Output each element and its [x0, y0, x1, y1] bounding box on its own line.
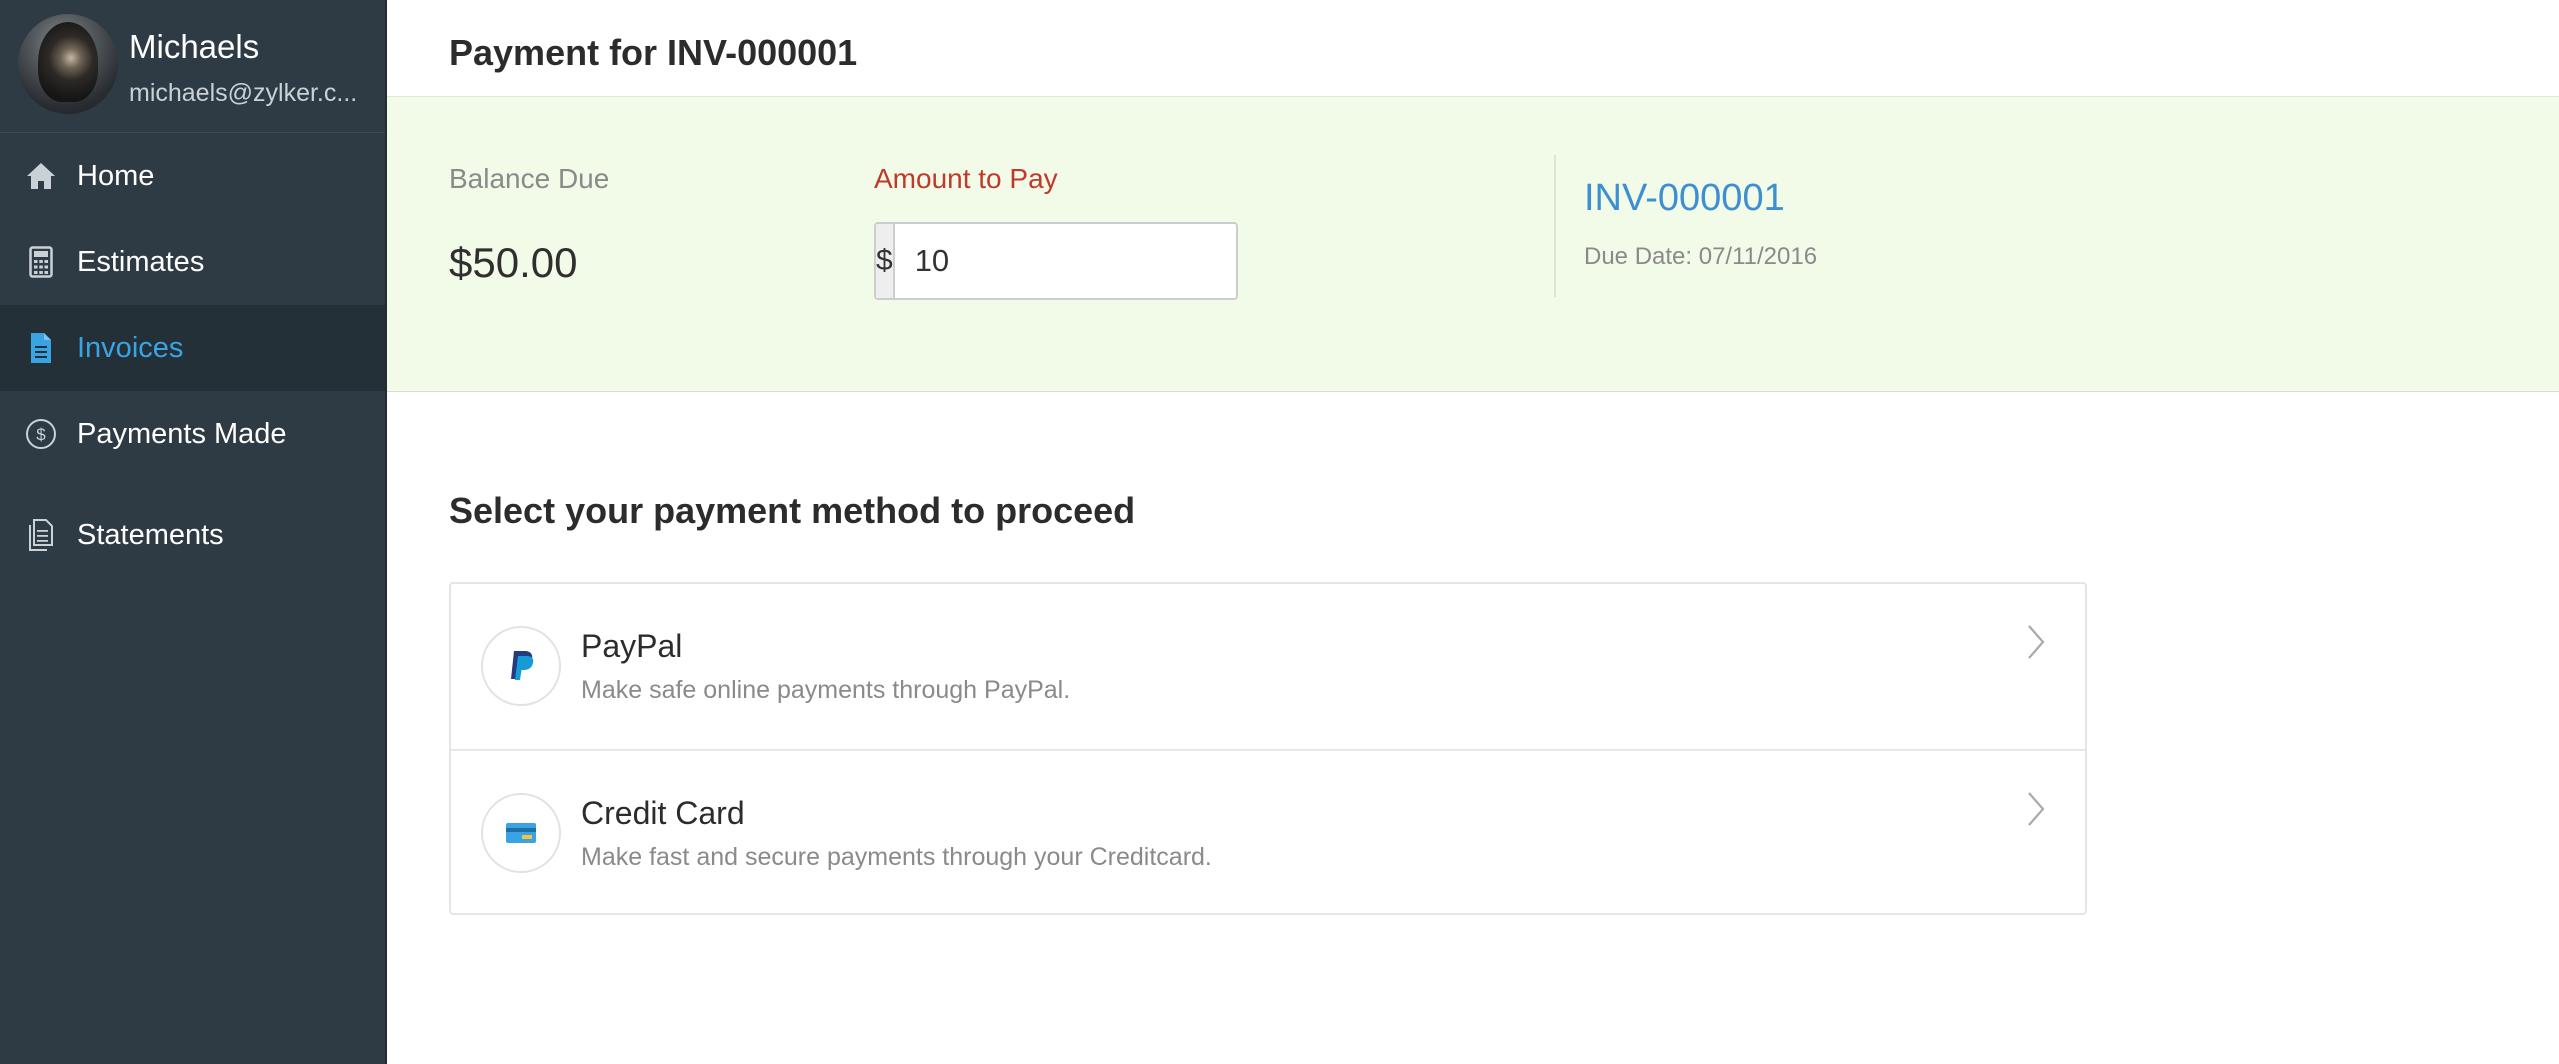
- sidebar-item-label: Invoices: [77, 331, 184, 364]
- amount-input-group: $: [874, 222, 1238, 300]
- sidebar-item-payments-made[interactable]: $ Payments Made: [0, 391, 385, 477]
- calculator-icon: [24, 245, 58, 279]
- sidebar-item-label: Estimates: [77, 245, 205, 278]
- main-content: Payment for INV-000001 Balance Due $50.0…: [387, 0, 2559, 1064]
- sidebar: Michaels michaels@zylker.c... Home Estim…: [0, 0, 387, 1064]
- document-icon: [24, 331, 58, 365]
- dollar-circle-icon: $: [24, 417, 58, 451]
- divider: [1554, 155, 1556, 297]
- sidebar-item-label: Payments Made: [77, 417, 287, 450]
- sidebar-item-home[interactable]: Home: [0, 133, 385, 219]
- paypal-icon: [481, 626, 561, 706]
- currency-symbol: $: [876, 224, 895, 298]
- payment-method-heading: Select your payment method to proceed: [449, 490, 1136, 531]
- profile-header[interactable]: Michaels michaels@zylker.c...: [0, 0, 385, 133]
- amount-to-pay-label: Amount to Pay: [874, 163, 1058, 194]
- statements-icon: [24, 518, 58, 552]
- payment-method-description: Make fast and secure payments through yo…: [581, 843, 1212, 871]
- invoice-number-link[interactable]: INV-000001: [1584, 177, 1785, 220]
- payment-method-title: PayPal: [581, 628, 683, 664]
- amount-to-pay-input[interactable]: [894, 224, 1236, 298]
- home-icon: [24, 159, 58, 193]
- chevron-right-icon: [2028, 792, 2045, 826]
- balance-due-value: $50.00: [449, 239, 578, 286]
- payment-summary: Balance Due $50.00 Amount to Pay $ INV-0…: [387, 96, 2559, 392]
- sidebar-item-label: Statements: [77, 518, 224, 551]
- sidebar-item-estimates[interactable]: Estimates: [0, 219, 385, 305]
- avatar[interactable]: [18, 14, 118, 114]
- payment-method-description: Make safe online payments through PayPal…: [581, 676, 1071, 704]
- balance-due-label: Balance Due: [449, 163, 610, 194]
- profile-email: michaels@zylker.c...: [129, 79, 358, 107]
- payment-method-credit-card[interactable]: Credit Card Make fast and secure payment…: [451, 749, 2085, 914]
- sidebar-item-label: Home: [77, 159, 155, 192]
- avatar-image: [38, 22, 98, 102]
- credit-card-icon: [481, 793, 561, 873]
- sidebar-item-statements[interactable]: Statements: [0, 492, 385, 578]
- due-date: Due Date: 07/11/2016: [1584, 243, 1818, 270]
- payment-method-title: Credit Card: [581, 795, 745, 831]
- chevron-right-icon: [2028, 625, 2045, 659]
- payment-method-paypal[interactable]: PayPal Make safe online payments through…: [451, 584, 2085, 749]
- sidebar-item-invoices[interactable]: Invoices: [0, 305, 385, 391]
- payment-methods-list: PayPal Make safe online payments through…: [449, 582, 2087, 915]
- profile-name: Michaels: [129, 28, 260, 65]
- page-title: Payment for INV-000001: [449, 32, 858, 73]
- app-root: Michaels michaels@zylker.c... Home Estim…: [0, 0, 2559, 1064]
- svg-text:$: $: [36, 425, 46, 444]
